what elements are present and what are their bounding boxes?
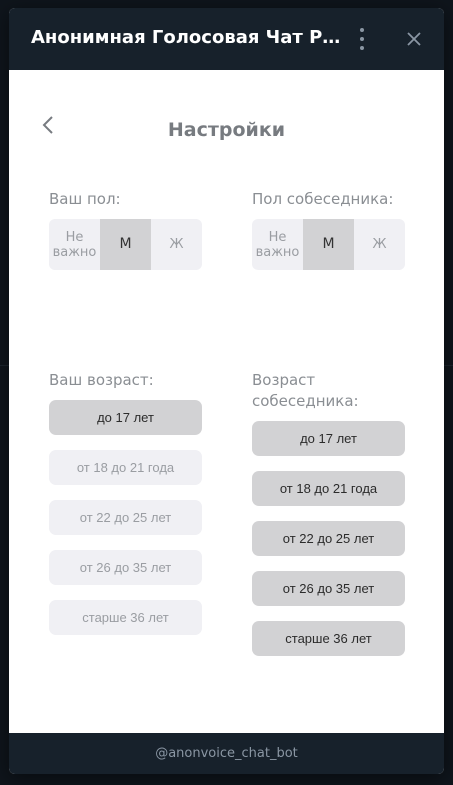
my-age-option[interactable]: от 18 до 21 года <box>49 450 202 485</box>
kebab-menu-icon[interactable] <box>352 28 372 50</box>
modal-header: Анонимная Голосовая Чат Руле... <box>9 8 444 70</box>
partner-age-option[interactable]: от 22 до 25 лет <box>252 521 405 556</box>
my-age-option[interactable]: до 17 лет <box>49 400 202 435</box>
settings-page: Настройки Ваш пол: Пол собеседника: Не в… <box>9 70 444 733</box>
my-age-label: Ваш возраст: <box>49 371 154 389</box>
partner-gender-option-any[interactable]: Не важно <box>252 219 303 270</box>
my-gender-option-m[interactable]: М <box>100 219 151 270</box>
bot-username-footer[interactable]: @anonvoice_chat_bot <box>9 733 444 774</box>
webapp-modal: Анонимная Голосовая Чат Руле... Настройк… <box>9 8 444 774</box>
close-icon[interactable] <box>402 27 426 51</box>
my-age-option[interactable]: от 26 до 35 лет <box>49 550 202 585</box>
partner-gender-label: Пол собеседника: <box>252 190 394 208</box>
partner-gender-option-m[interactable]: М <box>303 219 354 270</box>
my-age-option[interactable]: старше 36 лет <box>49 600 202 635</box>
my-gender-option-f[interactable]: Ж <box>151 219 202 270</box>
my-gender-option-any[interactable]: Не важно <box>49 219 100 270</box>
partner-gender-option-f[interactable]: Ж <box>354 219 405 270</box>
my-age-option[interactable]: от 22 до 25 лет <box>49 500 202 535</box>
partner-age-option[interactable]: до 17 лет <box>252 421 405 456</box>
my-gender-selector: Не важно М Ж <box>49 219 202 270</box>
partner-gender-selector: Не важно М Ж <box>252 219 405 270</box>
modal-title: Анонимная Голосовая Чат Руле... <box>31 27 341 48</box>
partner-age-option[interactable]: от 18 до 21 года <box>252 471 405 506</box>
partner-age-option[interactable]: от 26 до 35 лет <box>252 571 405 606</box>
my-gender-label: Ваш пол: <box>49 190 121 208</box>
partner-age-option[interactable]: старше 36 лет <box>252 621 405 656</box>
page-title: Настройки <box>167 119 286 141</box>
partner-age-label: Возраст собеседника: <box>252 371 359 410</box>
